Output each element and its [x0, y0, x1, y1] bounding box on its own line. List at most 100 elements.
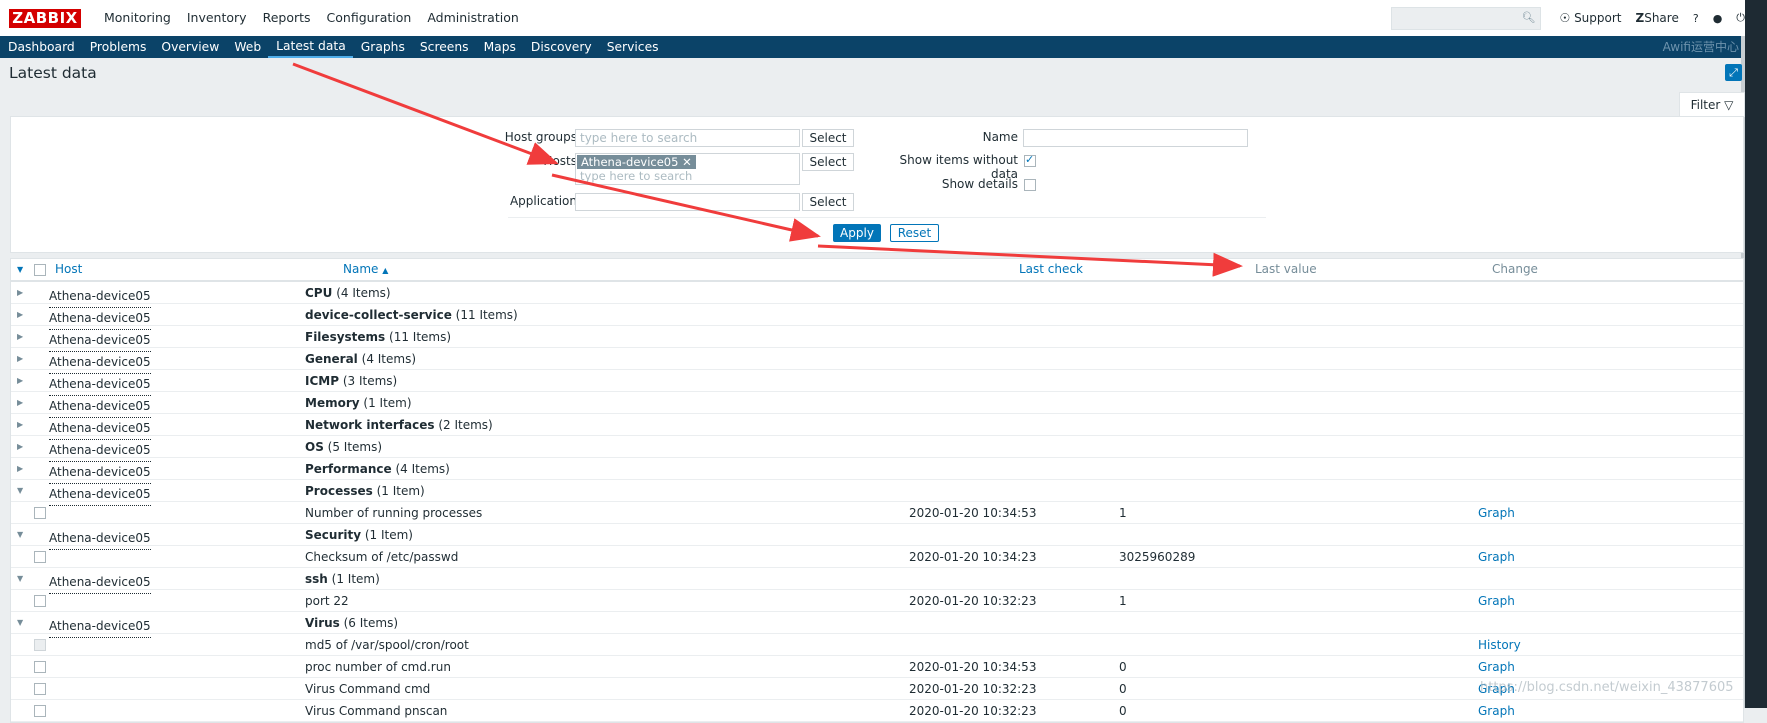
host-chip[interactable]: Athena-device05 ✕ [577, 155, 696, 169]
select-all-checkbox[interactable] [34, 264, 46, 276]
subnav-web[interactable]: Web [226, 36, 268, 58]
filter-panel: Host groups type here to search Select H… [10, 116, 1744, 253]
sign-out-icon[interactable]: ⏻ [1736, 11, 1745, 25]
application-name: Network interfaces (2 Items) [305, 418, 493, 432]
application-name: Memory (1 Item) [305, 396, 412, 410]
reset-button[interactable]: Reset [890, 224, 939, 242]
remove-chip-icon[interactable]: ✕ [682, 155, 692, 169]
collapse-icon[interactable]: ▼ [17, 524, 23, 545]
item-checkbox[interactable] [34, 507, 46, 519]
application-name: Security (1 Item) [305, 528, 413, 542]
subnav-problems[interactable]: Problems [82, 36, 154, 58]
expand-icon[interactable]: ▶ [17, 304, 23, 325]
apply-button[interactable]: Apply [833, 224, 881, 242]
share-link[interactable]: ZShare [1636, 11, 1679, 25]
item-checkbox[interactable] [34, 639, 46, 651]
col-last-check[interactable]: Last check [1019, 259, 1083, 280]
header-tools: 🔍︎ ☉ Support ZShare ? ● ⏻ [1391, 0, 1745, 36]
item-last-value: 0 [1119, 704, 1127, 718]
graph-link[interactable]: Graph [1478, 656, 1515, 678]
application-name: ICMP (3 Items) [305, 374, 398, 388]
application-name: CPU (4 Items) [305, 286, 391, 300]
window-edge [1745, 0, 1767, 708]
item-row: proc number of cmd.run 2020-01-20 10:34:5… [11, 656, 1743, 678]
help-icon[interactable]: ? [1693, 12, 1699, 25]
graph-link[interactable]: Graph [1478, 700, 1515, 722]
search-icon[interactable]: 🔍︎ [1522, 11, 1536, 24]
hosts-label: Hosts [543, 154, 577, 168]
sort-asc-icon: ▲ [382, 266, 389, 275]
item-checkbox[interactable] [34, 705, 46, 717]
item-checkbox[interactable] [34, 661, 46, 673]
subnav-maps[interactable]: Maps [476, 36, 523, 58]
subnav-graphs[interactable]: Graphs [353, 36, 412, 58]
application-name: OS (5 Items) [305, 440, 383, 454]
latest-data-table: ▼ Host Name ▲ Last check Last value Chan… [10, 258, 1744, 723]
main-menu: Monitoring Inventory Reports Configurati… [96, 0, 527, 36]
name-label: Name [982, 130, 1018, 144]
history-link[interactable]: History [1478, 634, 1521, 656]
show-without-data-checkbox[interactable] [1024, 153, 1036, 167]
subnav-overview[interactable]: Overview [153, 36, 226, 58]
application-group-row: ▶ Athena-device05 Network interfaces (2 It… [11, 414, 1743, 440]
item-last-value: 1 [1119, 506, 1127, 520]
subnav-latest-data[interactable]: Latest data [268, 36, 353, 58]
expand-icon[interactable]: ▶ [17, 414, 23, 435]
col-host[interactable]: Host [55, 259, 82, 280]
item-name: Virus Command cmd [305, 682, 431, 696]
expand-icon[interactable]: ▶ [17, 458, 23, 479]
show-details-checkbox[interactable] [1024, 179, 1036, 191]
menu-monitoring[interactable]: Monitoring [96, 0, 179, 36]
menu-inventory[interactable]: Inventory [179, 0, 255, 36]
subnav-discovery[interactable]: Discovery [523, 36, 599, 58]
collapse-icon[interactable]: ▼ [17, 568, 23, 589]
application-group-row: ▶ Athena-device05 Memory (1 Item) [11, 392, 1743, 418]
col-name[interactable]: Name ▲ [343, 259, 388, 281]
collapse-icon[interactable]: ▼ [17, 612, 23, 633]
global-search-input[interactable]: 🔍︎ [1391, 6, 1542, 30]
menu-configuration[interactable]: Configuration [319, 0, 420, 36]
server-name: Awifi运营中心 [1662, 40, 1739, 54]
host-groups-select-button[interactable]: Select [802, 129, 854, 147]
expand-icon[interactable]: ▶ [17, 370, 23, 391]
fullscreen-icon[interactable]: ⤢ [1725, 64, 1742, 81]
name-input[interactable] [1023, 129, 1248, 147]
graph-link[interactable]: Graph [1478, 546, 1515, 568]
support-link[interactable]: ☉ Support [1559, 11, 1621, 25]
zabbix-logo[interactable]: ZABBIX [9, 9, 81, 28]
graph-link[interactable]: Graph [1478, 502, 1515, 524]
item-row: md5 of /var/spool/cron/root History [11, 634, 1743, 656]
menu-administration[interactable]: Administration [419, 0, 526, 36]
collapse-all-icon[interactable]: ▼ [17, 259, 23, 280]
expand-icon[interactable]: ▶ [17, 348, 23, 369]
subnav-services[interactable]: Services [599, 36, 666, 58]
application-group-row: ▶ Athena-device05 Performance (4 Items) [11, 458, 1743, 484]
filter-tab[interactable]: Filter ▽ [1679, 92, 1745, 117]
item-checkbox[interactable] [34, 595, 46, 607]
subnav-screens[interactable]: Screens [412, 36, 476, 58]
item-name: Checksum of /etc/passwd [305, 550, 459, 564]
application-label: Application [509, 194, 577, 208]
host-groups-input[interactable]: type here to search [575, 129, 800, 147]
menu-reports[interactable]: Reports [255, 0, 319, 36]
item-name: Number of running processes [305, 506, 483, 520]
item-name: Virus Command pnscan [305, 704, 448, 718]
application-name: General (4 Items) [305, 352, 417, 366]
graph-link[interactable]: Graph [1478, 590, 1515, 612]
expand-icon[interactable]: ▶ [17, 392, 23, 413]
application-name: Performance (4 Items) [305, 462, 450, 476]
application-input[interactable] [575, 193, 800, 211]
user-profile-icon[interactable]: ● [1713, 12, 1723, 25]
application-select-button[interactable]: Select [802, 193, 854, 211]
application-group-row: ▶ Athena-device05 OS (5 Items) [11, 436, 1743, 462]
expand-icon[interactable]: ▶ [17, 326, 23, 347]
collapse-icon[interactable]: ▼ [17, 480, 23, 501]
table-header: ▼ Host Name ▲ Last check Last value Chan… [11, 259, 1743, 282]
item-checkbox[interactable] [34, 683, 46, 695]
expand-icon[interactable]: ▶ [17, 436, 23, 457]
item-checkbox[interactable] [34, 551, 46, 563]
expand-icon[interactable]: ▶ [17, 282, 23, 303]
subnav-dashboard[interactable]: Dashboard [0, 36, 82, 58]
application-name: Filesystems (11 Items) [305, 330, 452, 344]
hosts-select-button[interactable]: Select [802, 153, 854, 171]
